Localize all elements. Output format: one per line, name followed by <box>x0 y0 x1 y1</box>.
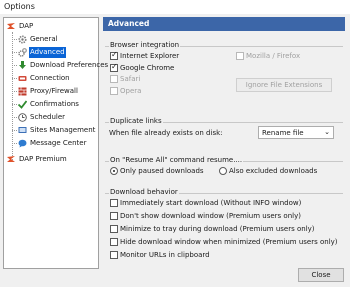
dont-show-window-label: Don't show download window (Premium user… <box>120 212 301 220</box>
tree-item-label: DAP <box>19 22 34 30</box>
tree-item-label: DAP Premium <box>19 155 67 163</box>
firewall-icon <box>18 87 27 96</box>
also-excluded-label: Also excluded downloads <box>229 167 318 175</box>
duplicate-links-prompt: When file already exists on disk: <box>109 129 223 137</box>
tree-guide-line <box>12 130 17 131</box>
minimize-to-tray-label: Minimize to tray during download (Premiu… <box>120 225 315 233</box>
connection-icon <box>18 76 27 81</box>
monitor-clipboard-checkbox[interactable] <box>110 251 118 259</box>
only-paused-radio[interactable] <box>110 167 118 175</box>
window-titlebar: Options <box>0 0 350 14</box>
mozilla-firefox-label: Mozilla / Firefox <box>246 52 301 60</box>
monitor-clipboard-label: Monitor URLs in clipboard <box>120 251 210 259</box>
window-title: Options <box>4 2 35 11</box>
section-header: Advanced <box>103 17 345 31</box>
mozilla-firefox-checkbox[interactable] <box>236 52 244 60</box>
safari-label: Safari <box>120 75 141 83</box>
hide-window-label: Hide download window when minimized (Pre… <box>120 238 338 246</box>
only-paused-label: Only paused downloads <box>120 167 204 175</box>
tree-item-label: Confirmations <box>30 100 79 108</box>
tree-guide-line <box>12 65 17 66</box>
tree-guide-line <box>12 117 17 118</box>
google-chrome-checkbox[interactable] <box>110 62 118 72</box>
tree-guide-line <box>12 143 17 144</box>
tree-item-label: Scheduler <box>30 113 66 121</box>
tree-item-label: Download Preferences <box>30 61 109 69</box>
opera-label: Opera <box>120 87 142 95</box>
duplicate-links-title: Duplicate links <box>109 117 163 125</box>
sites-icon <box>18 127 27 133</box>
minimize-to-tray-checkbox[interactable] <box>110 225 118 233</box>
message-center-icon <box>18 139 27 148</box>
options-tree[interactable]: DAP General Advanced Download Preference… <box>3 17 108 269</box>
download-behavior-title: Download behavior <box>109 188 179 196</box>
internet-explorer-checkbox[interactable] <box>110 50 118 60</box>
tree-guide-line <box>12 78 17 79</box>
opera-checkbox[interactable] <box>110 87 118 95</box>
hide-window-checkbox[interactable] <box>110 238 118 246</box>
section-title: Advanced <box>108 19 150 28</box>
tree-item-label: Connection <box>30 74 70 82</box>
tree-guide-line <box>12 91 17 92</box>
chevron-down-icon: ⌄ <box>324 128 330 136</box>
options-window: DAP General Advanced Download Preference… <box>0 14 350 287</box>
google-chrome-label: Google Chrome <box>120 64 175 72</box>
confirmation-check-icon <box>18 100 27 109</box>
tree-item-label: Message Center <box>30 139 87 147</box>
tree-guide-line <box>12 52 17 53</box>
tree-item-label: Sites Management <box>30 126 96 134</box>
dap-icon <box>7 23 15 29</box>
tree-item-label: Proxy/Firewall <box>30 87 78 95</box>
duplicate-action-select[interactable]: Rename file ⌄ <box>258 126 334 139</box>
tree-guide-line <box>12 104 17 105</box>
resume-all-title: On "Resume All" command resume.... <box>109 156 244 164</box>
tree-item-label: General <box>30 35 58 43</box>
dont-show-window-checkbox[interactable] <box>110 212 118 220</box>
browser-integration-title: Browser integration <box>109 41 181 49</box>
ignore-file-extensions-button[interactable]: Ignore File Extensions <box>236 78 332 92</box>
immediately-start-label: Immediately start download (Without INFO… <box>120 199 302 207</box>
tree-item-label: Advanced <box>29 47 66 58</box>
also-excluded-radio[interactable] <box>219 167 227 175</box>
download-arrow-icon <box>19 61 26 69</box>
gears-icon <box>18 48 27 57</box>
gear-icon <box>18 35 27 44</box>
tree-guide-line <box>12 39 17 40</box>
immediately-start-checkbox[interactable] <box>110 199 118 207</box>
clock-icon <box>18 113 27 122</box>
safari-checkbox[interactable] <box>110 75 118 83</box>
internet-explorer-label: Internet Explorer <box>120 52 180 60</box>
duplicate-action-value: Rename file <box>262 129 304 137</box>
close-button[interactable]: Close <box>298 268 344 282</box>
premium-icon <box>7 156 15 162</box>
